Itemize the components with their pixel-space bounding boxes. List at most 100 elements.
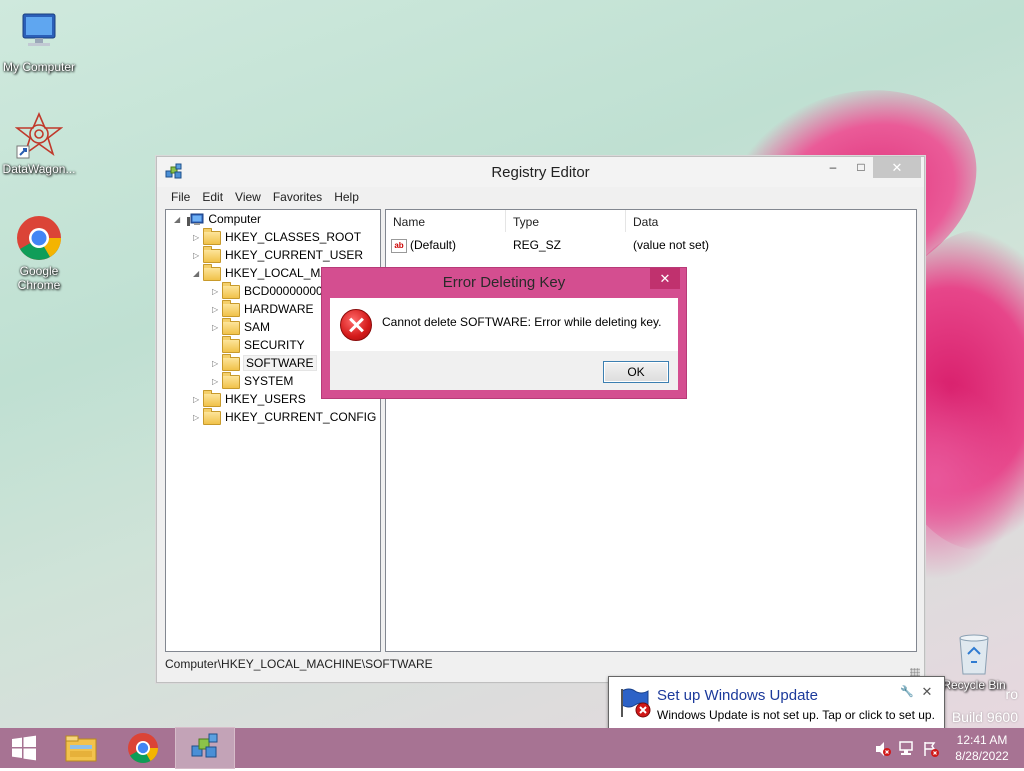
desktop-icon-label: Recycle Bin (942, 678, 1006, 692)
tree-node-sam[interactable]: ▷ SAM (212, 317, 271, 337)
regedit-icon (191, 733, 218, 758)
expand-arrow-icon[interactable]: ▷ (193, 391, 203, 409)
menu-favorites[interactable]: Favorites (267, 188, 328, 206)
folder-icon (203, 389, 221, 407)
datawagon-icon (14, 111, 64, 160)
table-row[interactable]: ab (Default) REG_SZ (value not set) (391, 236, 911, 254)
expand-arrow-icon[interactable]: ▷ (212, 301, 222, 319)
folder-icon (203, 227, 221, 245)
desktop-icon-label: Google Chrome (17, 264, 61, 292)
os-build-watermark: Build 9600 (951, 709, 1018, 725)
taskbar: 12:41 AM 8/28/2022 (0, 727, 1024, 769)
settings-wrench-icon[interactable]: 🔧 (900, 685, 914, 699)
dialog-body: Cannot delete SOFTWARE: Error while dele… (330, 298, 678, 351)
close-button[interactable]: ✕ (873, 157, 921, 178)
taskbar-file-explorer[interactable] (52, 728, 110, 768)
desktop: My Computer DataWagon... Google Chrome R… (0, 0, 1024, 728)
expand-arrow-icon[interactable]: ▷ (193, 409, 203, 427)
windows-update-notification[interactable]: Set up Windows Update Windows Update is … (608, 676, 945, 728)
tree-node-bcd[interactable]: ▷ BCD00000000 (212, 281, 323, 301)
dialog-message: Cannot delete SOFTWARE: Error while dele… (382, 315, 662, 329)
column-header-data[interactable]: Data (626, 210, 916, 232)
menu-file[interactable]: File (165, 188, 196, 206)
folder-icon (222, 353, 240, 371)
dialog-close-button[interactable]: ✕ (650, 268, 680, 289)
notification-title[interactable]: Set up Windows Update (657, 687, 818, 704)
column-header-name[interactable]: Name (386, 210, 506, 232)
expand-arrow-icon[interactable]: ▷ (212, 283, 222, 301)
desktop-icon-datawagon[interactable]: DataWagon... (0, 111, 78, 176)
expand-arrow-icon[interactable]: ▷ (193, 229, 203, 247)
menu-bar: File Edit View Favorites Help (165, 188, 365, 208)
clock-time: 12:41 AM (956, 733, 1008, 747)
tree-node-label: SECURITY (244, 338, 305, 352)
tree-node-label: HARDWARE (244, 302, 314, 316)
desktop-icon-label: My Computer (2, 60, 76, 74)
volume-muted-icon[interactable] (874, 740, 892, 758)
desktop-icon-my-computer[interactable]: My Computer (0, 10, 78, 74)
tree-node-label-selected: SOFTWARE (243, 355, 317, 371)
value-name: (Default) (410, 238, 457, 252)
folder-icon (222, 335, 240, 353)
dialog-title[interactable]: Error Deleting Key (322, 274, 686, 291)
folder-icon (222, 299, 240, 317)
expand-arrow-icon[interactable]: ▷ (212, 355, 222, 373)
os-watermark: ro (1005, 686, 1018, 702)
windows-logo-icon (12, 735, 36, 761)
tree-node-computer[interactable]: ◢ Computer (174, 210, 261, 228)
expand-arrow-icon[interactable]: ▷ (193, 247, 203, 265)
notification-message[interactable]: Windows Update is not set up. Tap or cli… (657, 708, 935, 722)
window-title: Registry Editor (491, 164, 590, 181)
notification-close-icon[interactable]: ✕ (920, 684, 934, 699)
tree-node-system[interactable]: ▷ SYSTEM (212, 371, 293, 391)
taskbar-chrome[interactable] (114, 728, 172, 768)
column-header-type[interactable]: Type (506, 210, 626, 232)
taskbar-registry-editor[interactable] (175, 727, 235, 769)
menu-edit[interactable]: Edit (196, 188, 229, 206)
clock-date: 8/28/2022 (955, 749, 1009, 763)
file-explorer-icon (65, 735, 97, 762)
tree-node-hardware[interactable]: ▷ HARDWARE (212, 299, 314, 319)
error-icon (340, 309, 372, 341)
tree-node-label: HKEY_CURRENT_USER (225, 248, 364, 262)
tree-node-hkey-current-config[interactable]: ▷ HKEY_CURRENT_CONFIG (193, 407, 377, 427)
ok-button[interactable]: OK (603, 361, 669, 383)
tree-node-label: Computer (208, 212, 262, 226)
menu-view[interactable]: View (229, 188, 267, 206)
window-titlebar[interactable]: Registry Editor – □ ✕ (157, 157, 924, 187)
dialog-footer: OK (330, 351, 678, 390)
desktop-icon-recycle-bin[interactable]: Recycle Bin (935, 632, 1013, 692)
folder-icon (203, 245, 221, 263)
expand-arrow-icon[interactable]: ▷ (212, 319, 222, 337)
tree-node-label: HKEY_CLASSES_ROOT (225, 230, 362, 244)
tree-node-software[interactable]: ▷ SOFTWARE (212, 353, 317, 373)
tree-node-label: HKEY_CURRENT_CONFIG (225, 410, 377, 424)
tree-node-security[interactable]: SECURITY (212, 335, 305, 354)
tree-node-label: BCD00000000 (244, 284, 323, 298)
string-value-icon: ab (391, 238, 407, 253)
collapse-arrow-icon[interactable]: ◢ (174, 211, 184, 229)
folder-icon (203, 407, 221, 425)
maximize-button[interactable]: □ (847, 157, 875, 178)
status-bar: Computer\HKEY_LOCAL_MACHINE\SOFTWARE (165, 657, 433, 671)
minimize-button[interactable]: – (819, 157, 847, 178)
collapse-arrow-icon[interactable]: ◢ (193, 265, 203, 283)
value-data: (value not set) (633, 238, 710, 252)
desktop-icon-google-chrome[interactable]: Google Chrome (0, 214, 78, 292)
tree-node-hkey-users[interactable]: ▷ HKEY_USERS (193, 389, 306, 409)
computer-icon (187, 213, 204, 226)
desktop-icon-label: DataWagon... (2, 162, 76, 176)
error-dialog: Error Deleting Key ✕ Cannot delete SOFTW… (321, 267, 687, 399)
expand-arrow-icon[interactable]: ▷ (212, 373, 222, 391)
system-tray (872, 728, 942, 768)
tree-node-hkey-current-user[interactable]: ▷ HKEY_CURRENT_USER (193, 245, 364, 265)
tree-node-hkey-classes-root[interactable]: ▷ HKEY_CLASSES_ROOT (193, 227, 362, 247)
folder-icon (222, 317, 240, 335)
network-icon[interactable] (898, 740, 916, 758)
menu-help[interactable]: Help (328, 188, 365, 206)
start-button[interactable] (0, 728, 48, 768)
taskbar-clock[interactable]: 12:41 AM 8/28/2022 (946, 732, 1018, 764)
action-center-flag-icon[interactable] (922, 740, 940, 758)
folder-icon (222, 281, 240, 299)
tree-node-label: SAM (244, 320, 271, 334)
